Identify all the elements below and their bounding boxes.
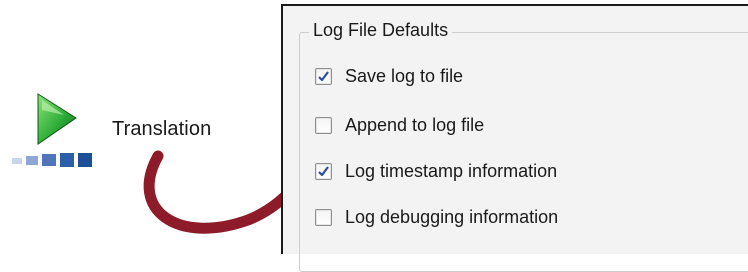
append-log-option[interactable]: Append to log file — [315, 112, 484, 138]
save-log-checkbox[interactable] — [315, 67, 332, 85]
save-log-option[interactable]: Save log to file — [315, 63, 463, 89]
options-panel: Log File Defaults Save log to file Appen… — [281, 4, 748, 272]
append-log-label: Append to log file — [345, 114, 485, 135]
group-title: Log File Defaults — [309, 20, 453, 41]
translation-label: Translation — [112, 118, 212, 140]
timestamp-checkbox[interactable] — [315, 162, 332, 180]
checkmark-icon — [318, 70, 329, 81]
save-log-label: Save log to file — [345, 65, 464, 86]
timestamp-label: Log timestamp information — [345, 160, 558, 181]
debugging-checkbox[interactable] — [315, 208, 332, 226]
debugging-label: Log debugging information — [345, 206, 559, 227]
play-arrow-icon — [12, 93, 92, 167]
append-log-checkbox[interactable] — [315, 116, 332, 134]
timestamp-option[interactable]: Log timestamp information — [315, 158, 557, 184]
debugging-option[interactable]: Log debugging information — [315, 204, 558, 230]
checkmark-icon — [318, 165, 329, 176]
